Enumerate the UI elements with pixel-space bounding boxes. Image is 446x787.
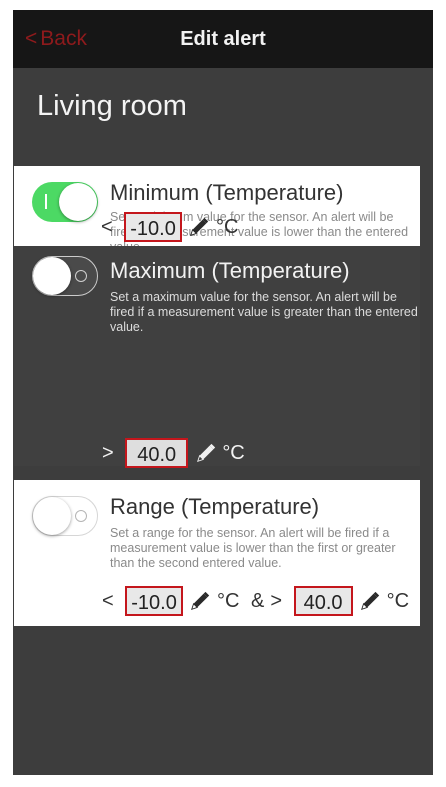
minimum-unit: °C (215, 216, 239, 238)
navigation-bar: < Back Edit alert (13, 10, 433, 68)
range-low-unit: °C (216, 590, 240, 612)
range-high-operator: > (270, 590, 283, 612)
room-name: Living room (37, 90, 187, 122)
range-title: Range (Temperature) (110, 494, 320, 519)
minimum-operator: < (101, 216, 113, 238)
maximum-description: Set a maximum value for the sensor. An a… (110, 290, 418, 334)
range-low-operator: < (102, 590, 114, 612)
minimum-value-line: < -10.0 °C (101, 212, 238, 242)
pencil-icon[interactable] (359, 590, 381, 612)
page-title: Edit alert (180, 28, 266, 50)
maximum-toggle[interactable] (32, 256, 98, 296)
minimum-toggle[interactable] (32, 182, 98, 222)
toggle-knob (33, 257, 71, 295)
range-toggle[interactable] (32, 496, 98, 536)
toggle-knob (33, 497, 71, 535)
maximum-value-field[interactable]: 40.0 (125, 438, 189, 468)
minimum-title: Minimum (Temperature) (110, 180, 344, 205)
maximum-title: Maximum (Temperature) (110, 258, 350, 283)
range-joiner: & (250, 590, 265, 612)
range-high-value-field[interactable]: 40.0 (293, 586, 353, 616)
maximum-unit: °C (222, 442, 245, 464)
pencil-icon[interactable] (189, 590, 211, 612)
range-low-value-field[interactable]: -10.0 (125, 586, 183, 616)
page: < Back Edit alert Living room Minimum (Te… (0, 0, 446, 787)
toggle-on-mark-icon (45, 194, 47, 209)
toggle-knob (59, 183, 97, 221)
pencil-icon[interactable] (195, 442, 217, 464)
minimum-value-field[interactable]: -10.0 (124, 212, 182, 242)
range-description: Set a range for the sensor. An alert wil… (110, 526, 396, 570)
maximum-operator: > (102, 442, 114, 464)
range-value-line: < -10.0 °C & > 40.0 °C (102, 586, 409, 616)
alert-row-range: Range (Temperature) Set a range for the … (14, 480, 420, 626)
range-high-unit: °C (386, 590, 410, 612)
toggle-off-mark-icon (75, 510, 87, 522)
maximum-value-line: > 40.0 °C (102, 438, 245, 468)
pencil-icon[interactable] (188, 216, 210, 238)
toggle-off-mark-icon (75, 270, 87, 282)
alert-row-maximum: Maximum (Temperature) Set a maximum valu… (14, 246, 420, 468)
